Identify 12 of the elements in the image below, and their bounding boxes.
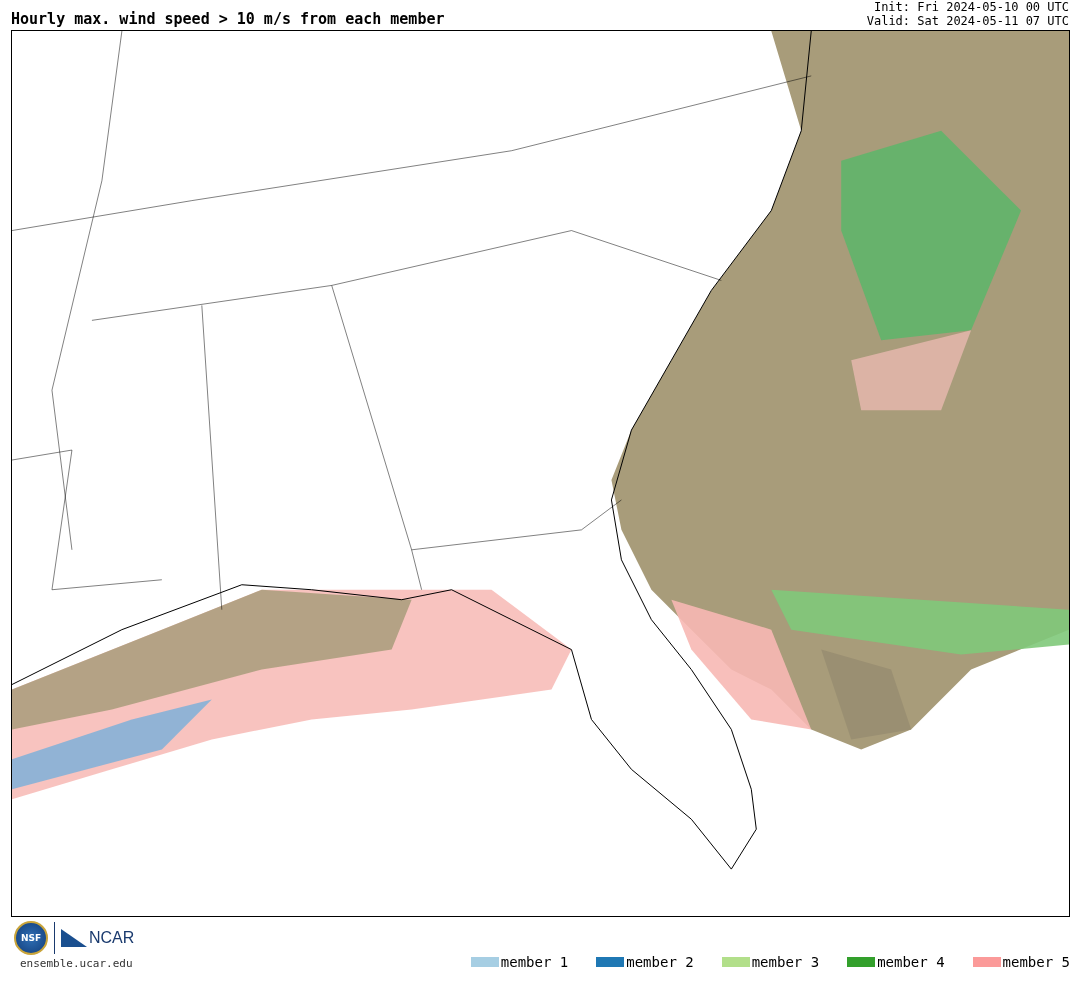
legend-label: member 2 (626, 954, 694, 970)
site-url: ensemble.ucar.edu (19, 957, 134, 970)
init-time: Init: Fri 2024-05-10 00 UTC (873, 0, 1069, 14)
legend-label: member 4 (877, 954, 945, 970)
legend-label: member 5 (1002, 954, 1070, 970)
valid-time: Valid: Sat 2024-05-11 07 UTC (866, 14, 1069, 28)
legend-label: member 3 (751, 954, 820, 970)
chart-title: Hourly max. wind speed > 10 m/s from each member (11, 10, 445, 28)
legend-label: member 1 (500, 954, 569, 970)
triangle-logo-icon (61, 929, 87, 947)
nsf-logo: NSF (14, 921, 48, 955)
ncar-logo: NCAR (89, 929, 135, 947)
